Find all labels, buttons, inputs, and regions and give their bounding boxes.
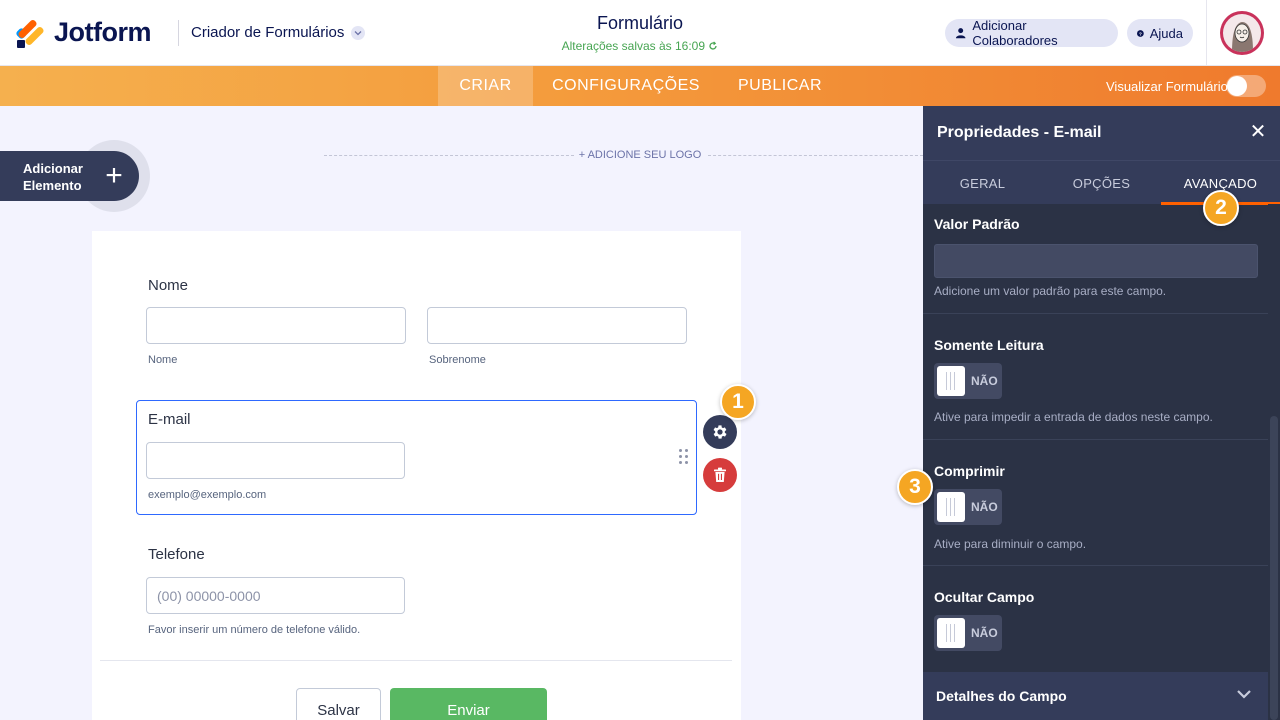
header-divider [178,20,179,46]
toggle-knob [937,366,965,396]
preview-form-label: Visualizar Formulário [1106,79,1228,94]
header-divider-right [1206,0,1207,66]
logo-dashed-line-left [324,155,574,156]
default-value-input[interactable] [934,244,1258,278]
add-collaborators-label: Adicionar Colaboradores [972,18,1058,48]
first-name-sublabel: Nome [148,354,178,366]
avatar-image [1223,14,1261,52]
tab-settings[interactable]: CONFIGURAÇÕES [544,66,708,106]
add-element-label-line1: Adicionar [23,161,83,176]
default-value-description: Adicione um valor padrão para este campo… [934,284,1167,298]
read-only-description: Ative para impedir a entrada de dados ne… [934,410,1213,424]
last-name-sublabel: Sobrenome [429,354,486,366]
field-details-accordion[interactable]: Detalhes do Campo [923,672,1268,720]
phone-sublabel: Favor inserir um número de telefone váli… [148,624,361,636]
email-input[interactable] [146,442,405,479]
save-status-text: Alterações salvas às 16:09 [561,39,706,53]
name-label: Nome [148,277,189,294]
tab-create[interactable]: CRIAR [438,66,533,106]
phone-input[interactable]: (00) 00000-0000 [146,577,405,614]
chevron-down-icon [1237,690,1251,699]
toggle-knob [937,618,965,648]
builder-menu-label: Criador de Formulários [191,24,345,41]
preview-form-toggle[interactable] [1226,75,1266,97]
jotform-logo-icon [15,16,45,48]
tab-general[interactable]: GERAL [923,161,1042,205]
gear-icon [713,425,727,439]
tab-publish[interactable]: PUBLICAR [728,66,832,106]
hide-field-title: Ocultar Campo [934,589,1035,605]
builder-menu[interactable]: Criador de Formulários [191,24,366,41]
panel-scrollbar-thumb[interactable] [1270,416,1278,720]
svg-text:?: ? [1139,31,1142,36]
panel-title: Propriedades - E-mail [937,124,1102,141]
save-button[interactable]: Salvar [296,688,381,720]
add-logo-link[interactable]: + ADICIONE SEU LOGO [570,149,710,161]
email-label: E-mail [148,411,191,428]
chevron-down-icon [351,25,366,40]
form-divider [100,660,732,661]
shrink-toggle[interactable]: NÃO [934,489,1002,525]
help-label: Ajuda [1149,25,1183,41]
phone-label: Telefone [148,546,205,563]
shrink-title: Comprimir [934,463,1005,479]
toggle-knob [937,492,965,522]
refresh-icon [709,41,718,50]
add-collaborators-button[interactable]: Adicionar Colaboradores [945,18,1118,48]
tab-options[interactable]: OPÇÕES [1042,161,1161,205]
panel-header: Propriedades - E-mail ✕ [923,106,1280,160]
user-avatar[interactable] [1220,11,1264,55]
read-only-toggle[interactable]: NÃO [934,363,1002,399]
phone-placeholder: (00) 00000-0000 [157,588,261,604]
save-status: Alterações salvas às 16:09 [520,39,760,53]
logo-dashed-line-right [708,155,923,156]
user-icon [955,28,966,39]
read-only-title: Somente Leitura [934,337,1044,353]
trash-icon [714,467,726,482]
top-header: Jotform Criador de Formulários Formulári… [0,0,1280,66]
first-name-input[interactable] [146,307,406,344]
help-icon: ? [1137,29,1144,37]
add-element-label: Adicionar Elemento [23,160,83,194]
submit-button[interactable]: Enviar [390,688,547,720]
step-badge-1: 1 [720,384,756,420]
hide-field-toggle-state: NÃO [971,626,998,640]
toggle-knob [1227,76,1247,96]
plus-icon[interactable]: + [100,161,128,191]
field-settings-button[interactable] [703,415,737,449]
builder-navbar: CRIAR CONFIGURAÇÕES PUBLICAR Visualizar … [0,66,1280,106]
brand-name: Jotform [54,16,152,47]
default-value-title: Valor Padrão [934,216,1020,232]
read-only-toggle-state: NÃO [971,374,998,388]
shrink-toggle-state: NÃO [971,500,998,514]
jotform-logo[interactable]: Jotform [15,16,152,48]
email-sublabel: exemplo@exemplo.com [148,489,267,501]
last-name-input[interactable] [427,307,687,344]
close-icon[interactable]: ✕ [1248,122,1268,142]
step-badge-2: 2 [1203,190,1239,226]
form-title[interactable]: Formulário [540,13,740,34]
hide-field-toggle[interactable]: NÃO [934,615,1002,651]
drag-handle-icon[interactable] [679,449,689,465]
help-button[interactable]: ? Ajuda [1127,19,1193,47]
field-details-title: Detalhes do Campo [936,688,1067,704]
add-element-label-line2: Elemento [23,178,82,193]
shrink-description: Ative para diminuir o campo. [934,537,1087,551]
step-badge-3: 3 [897,469,933,505]
delete-field-button[interactable] [703,458,737,492]
